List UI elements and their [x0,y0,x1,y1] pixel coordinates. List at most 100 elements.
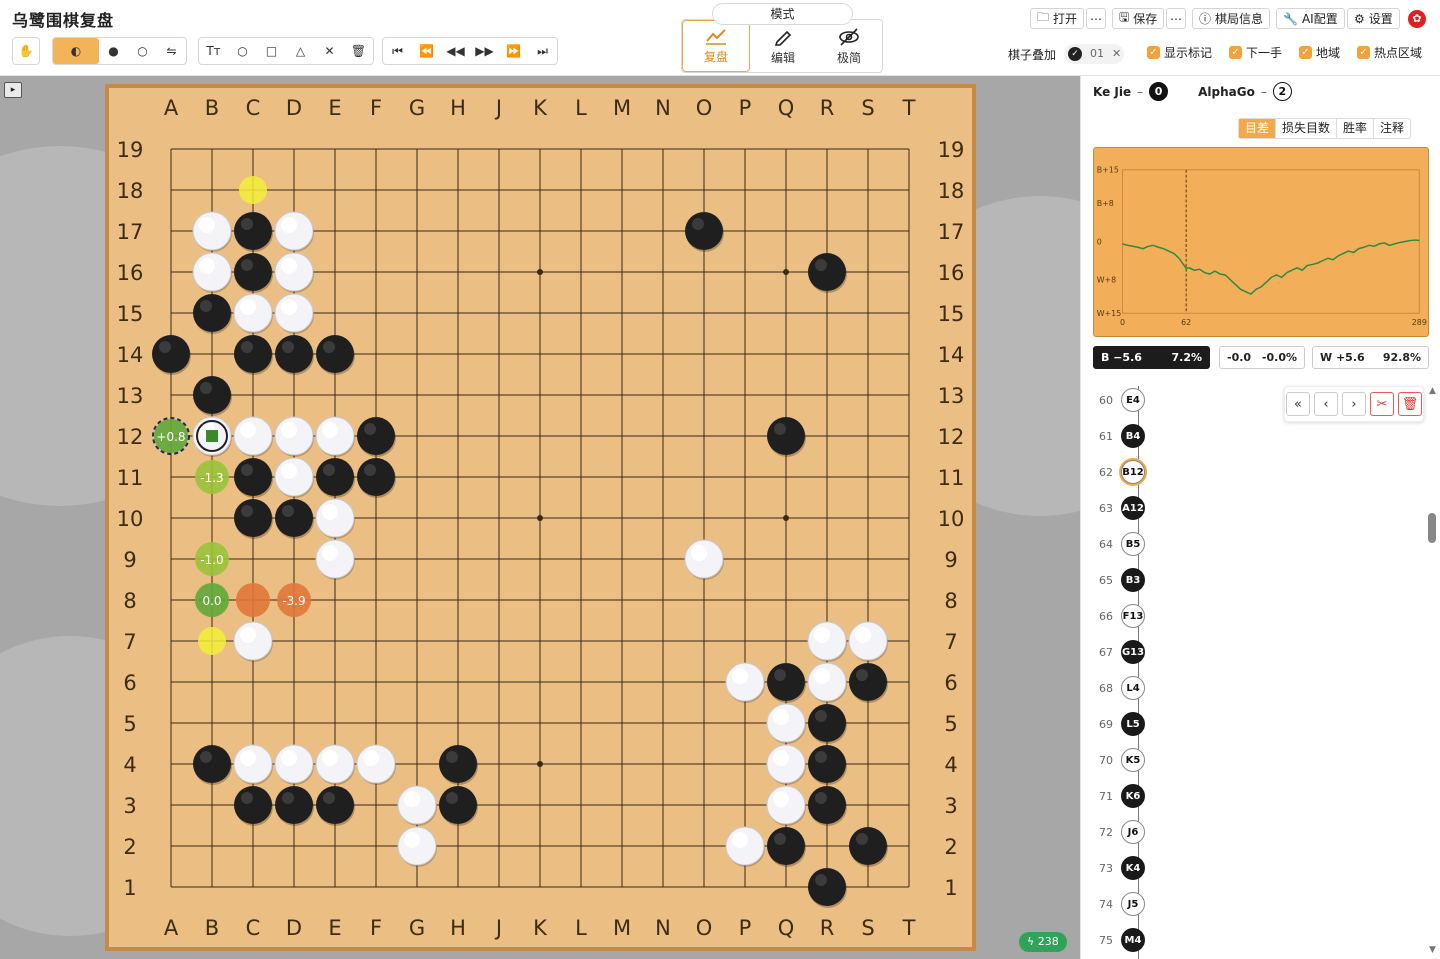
move-list-item[interactable]: 72 J6 [1081,814,1401,850]
scroll-up-icon[interactable]: ▲ [1429,386,1436,396]
game-info-button[interactable]: ⓘ 棋局信息 [1192,8,1271,29]
show-marks-label: 显示标记 [1164,46,1213,60]
show-marks-option[interactable]: ✓ 显示标记 [1147,44,1212,61]
mode-edit-button[interactable]: 编辑 [750,20,816,72]
ai-config-button[interactable]: 🔧 AI配置 [1276,8,1345,29]
mode-review-button[interactable]: 复盘 [682,20,750,72]
move-list-item[interactable]: 64 B5 [1081,526,1401,562]
move-list-item[interactable]: 67 G13 [1081,634,1401,670]
go-board[interactable]: AABBCCDDEEFFGGHHJJKKLLMMNNOOPPQQRRSSTT19… [105,84,976,951]
clear-icon[interactable]: ✕ [1112,44,1121,64]
column-label: D [286,916,302,940]
column-label: R [820,916,835,940]
first-move-button[interactable]: ⏮ [383,38,412,64]
delete-mark-button[interactable]: 🗑 [344,38,373,64]
cross-mark-button[interactable]: ✕ [315,38,344,64]
move-list-item[interactable]: 61 B4 [1081,418,1401,454]
next-variation-button[interactable]: › [1342,392,1366,416]
column-label: F [370,916,382,940]
save-more-button[interactable]: ⋯ [1166,8,1186,29]
move-list-item[interactable]: 69 L5 [1081,706,1401,742]
chart-y-tick: W+8 [1097,276,1116,285]
checkbox-icon[interactable]: ✓ [1229,46,1242,59]
column-label: M [613,96,631,120]
row-label: 3 [123,794,136,818]
triangle-mark-button[interactable]: △ [286,38,315,64]
black-stone [234,253,272,291]
back-10-button[interactable]: ⏪ [412,38,441,64]
move-list-item[interactable]: 75 M4 [1081,922,1401,958]
prev-variation-button[interactable]: ‹ [1314,392,1338,416]
black-stone [316,458,354,496]
hand-tool-button[interactable]: ✋ [13,38,39,64]
hot-area-option[interactable]: ✓ 热点区域 [1357,44,1422,61]
move-list[interactable]: 60 E4 61 B4 62 B12 63 A12 64 B5 65 B3 66 F13 67 G13 68 L4… [1081,386,1411,959]
tab-win-rate[interactable]: 胜率 [1337,119,1375,138]
column-label: L [575,96,587,120]
next-move-option[interactable]: ✓ 下一手 [1229,44,1282,61]
move-list-scrollbar[interactable] [1428,513,1436,543]
move-list-item[interactable]: 63 A12 [1081,490,1401,526]
stone-highlight [446,751,458,763]
stone-overlay-select[interactable]: ✓ 01 ✕ [1064,44,1125,64]
tab-points-lost[interactable]: 损失目数 [1276,119,1338,138]
text-mark-button[interactable]: Tт [199,38,228,64]
stone-highlight [855,627,871,643]
checkbox-icon[interactable]: ✓ [1147,46,1160,59]
last-move-button[interactable]: ⏭ [528,38,557,64]
white-stone-icon: ○ [137,44,148,58]
black-winrate: 7.2% [1171,351,1202,364]
forward-10-button[interactable]: ⏩ [499,38,528,64]
expand-panel-icon[interactable]: ▸ [4,82,22,98]
move-list-item[interactable]: 65 B3 [1081,562,1401,598]
checkbox-icon[interactable]: ✓ [1299,46,1312,59]
checkbox-icon[interactable]: ✓ [1357,46,1370,59]
territory-option[interactable]: ✓ 地域 [1299,44,1340,61]
square-mark-button[interactable]: □ [257,38,286,64]
cut-branch-button[interactable]: ✂ [1370,392,1394,416]
move-number: 74 [1099,897,1113,911]
back-button[interactable]: ◀◀ [441,38,470,64]
mode-minimal-button[interactable]: 极简 [816,20,882,72]
move-list-item[interactable]: 73 K4 [1081,850,1401,886]
tab-score-diff[interactable]: 目差 [1239,119,1277,138]
stone-highlight [363,750,379,766]
move-list-item[interactable]: 71 K6 [1081,778,1401,814]
settings-button[interactable]: ⚙ 设置 [1347,8,1400,29]
delete-branch-button[interactable]: 🗑 [1398,392,1422,416]
tab-comments[interactable]: 注释 [1374,119,1410,138]
user-avatar-icon[interactable]: ✿ [1408,10,1426,28]
stone-highlight [814,627,830,643]
swap-button[interactable]: ⇋ [157,38,186,64]
move-list-item[interactable]: 68 L4 [1081,670,1401,706]
alternate-color-icon: ◐ [70,44,82,58]
move-list-item[interactable]: 62 B12 [1081,454,1401,490]
alternate-color-button[interactable]: ◐ [53,38,99,64]
row-label: 16 [938,261,965,285]
open-button[interactable]: 🗀 打开 [1030,8,1085,29]
white-stone-button[interactable]: ○ [128,38,157,64]
move-list-item[interactable]: 66 F13 [1081,598,1401,634]
first-variation-button[interactable]: « [1286,392,1310,416]
stone-highlight [774,833,786,845]
move-stone: K6 [1121,784,1145,808]
score-chart[interactable]: B+15B+80W+8W+150 62 289 [1093,147,1429,337]
save-button[interactable]: 🖫 保存 [1112,8,1165,29]
move-stone: F13 [1121,604,1145,628]
mid-score: -0.0 [1227,351,1252,364]
scroll-down-icon[interactable]: ▼ [1429,945,1436,955]
mode-minimal-label: 极简 [836,51,861,65]
move-list-item[interactable]: 70 K5 [1081,742,1401,778]
open-more-button[interactable]: ⋯ [1086,8,1106,29]
circle-mark-button[interactable]: ○ [228,38,257,64]
stone-highlight [281,422,297,438]
back-icon: ◀◀ [446,44,465,58]
move-number: 65 [1099,573,1113,587]
stone-highlight [241,341,253,353]
text-mark-icon: Tт [206,44,221,58]
move-stone: B5 [1121,532,1145,556]
move-list-item[interactable]: 74 J5 [1081,886,1401,922]
row-label: 4 [123,753,136,777]
forward-button[interactable]: ▶▶ [470,38,499,64]
black-stone-button[interactable]: ● [99,38,128,64]
